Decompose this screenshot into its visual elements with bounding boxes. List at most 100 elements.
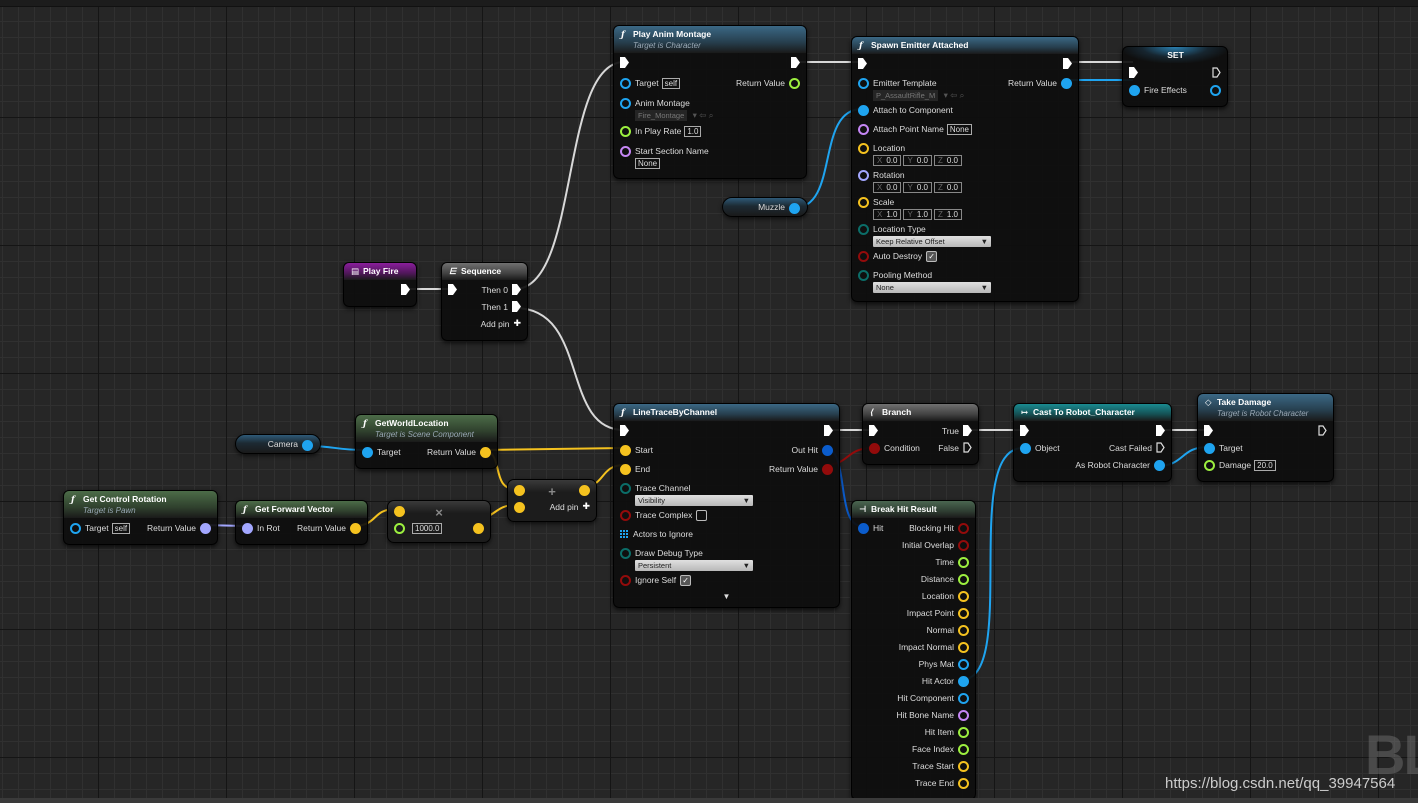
exec-pin[interactable] [1129, 67, 1138, 78]
vector-component-input[interactable]: X 0.0 [873, 155, 902, 166]
exec-pin[interactable] [824, 425, 833, 436]
node-header[interactable]: ↦ Cast To Robot_Character [1014, 404, 1171, 421]
node-add[interactable]: + ✚ Add pin [507, 479, 597, 522]
vector-component-input[interactable]: Y 1.0 [903, 209, 932, 220]
vector-pin[interactable] [958, 642, 969, 653]
node-get-control-rotation[interactable]: ƒ Get Control Rotation Target is Pawn Targe… [63, 490, 218, 545]
pin-default-value-input[interactable]: 1000.0 [412, 523, 443, 534]
node-sequence[interactable]: ⋿ Sequence Then 0 Then 1 ✚ Add pin [441, 262, 528, 341]
rotator-pin[interactable] [200, 523, 211, 534]
array-pin-icon[interactable] [620, 530, 629, 541]
node-get-world-location[interactable]: ƒ GetWorldLocation Target is Scene Compone… [355, 414, 498, 469]
float-pin[interactable] [958, 557, 969, 568]
exec-pin[interactable] [1063, 58, 1072, 69]
rotator-pin[interactable] [858, 170, 869, 181]
enum-dropdown[interactable]: Visibility ▼ [635, 495, 753, 506]
float-pin[interactable] [394, 523, 405, 534]
enum-dropdown[interactable]: Persistent ▼ [635, 560, 753, 571]
browse-asset-icons[interactable]: ▾ ⇦ ⌕ [941, 90, 965, 100]
vector-pin[interactable] [958, 591, 969, 602]
object-pin[interactable] [958, 659, 969, 670]
object-pin[interactable] [789, 202, 800, 214]
vector-component-input[interactable]: Z 0.0 [933, 182, 962, 193]
object-pin[interactable] [1204, 443, 1215, 454]
node-header[interactable]: ⟨ Branch [863, 404, 978, 421]
object-pin[interactable] [302, 439, 313, 451]
object-pin[interactable] [1061, 78, 1072, 89]
node-header[interactable]: ◇ Take Damage Target is Robot Character [1198, 394, 1333, 421]
node-header[interactable]: SET [1123, 47, 1227, 63]
node-header[interactable]: ▤ Play Fire [344, 263, 416, 280]
node-header[interactable]: ƒ LineTraceByChannel [614, 404, 839, 421]
checkbox[interactable]: ✓ [926, 251, 938, 263]
enum-dropdown[interactable]: None ▼ [873, 282, 991, 293]
float-pin[interactable] [620, 126, 631, 137]
node-header[interactable]: ⋿ Sequence [442, 263, 527, 280]
node-get-forward-vector[interactable]: ƒ Get Forward Vector In Rot Return Value [235, 500, 368, 545]
vector-pin[interactable] [958, 625, 969, 636]
bool-pin[interactable] [858, 251, 869, 262]
exec-pin[interactable] [1318, 425, 1327, 436]
node-header[interactable]: ƒ Play Anim Montage Target is Character [614, 26, 806, 53]
exec-pin[interactable] [1204, 425, 1213, 436]
name-pin[interactable] [620, 146, 631, 157]
vector-pin[interactable] [858, 197, 869, 208]
object-pin[interactable] [1210, 85, 1221, 96]
expand-advanced-arrow[interactable]: ▼ [614, 592, 839, 601]
name-pin[interactable] [858, 124, 869, 135]
object-pin[interactable] [858, 105, 869, 116]
exec-pin[interactable] [963, 425, 972, 436]
object-pin[interactable] [958, 693, 969, 704]
exec-pin[interactable] [620, 425, 629, 436]
bool-pin[interactable] [958, 540, 969, 551]
enum-dropdown[interactable]: Keep Relative Offset ▼ [873, 236, 991, 247]
vector-pin[interactable] [514, 485, 525, 496]
vector-component-input[interactable]: X 0.0 [873, 182, 902, 193]
float-pin[interactable] [1204, 460, 1215, 471]
exec-pin[interactable] [1156, 425, 1165, 436]
exec-pin[interactable] [791, 57, 800, 68]
node-header[interactable]: ƒ Get Forward Vector [236, 501, 367, 518]
pin-default-value-input[interactable]: self [111, 523, 131, 534]
struct-pin[interactable] [858, 523, 869, 534]
struct-pin[interactable] [822, 445, 833, 456]
pin-default-value-input[interactable]: None [946, 124, 972, 135]
node-header[interactable]: ƒ Get Control Rotation Target is Pawn [64, 491, 217, 518]
exec-pin[interactable] [448, 284, 457, 295]
vector-component-input[interactable]: Y 0.0 [903, 182, 932, 193]
object-pin[interactable] [620, 78, 631, 89]
node-cast[interactable]: ↦ Cast To Robot_Character Object Cast Faile… [1013, 403, 1172, 482]
bool-pin[interactable] [869, 443, 880, 454]
vector-component-input[interactable]: X 1.0 [873, 209, 902, 220]
object-pin[interactable] [70, 523, 81, 534]
node-set-fire-effects[interactable]: SET Fire Effects [1122, 46, 1228, 107]
object-pin[interactable] [1020, 443, 1031, 454]
pin-default-value-input[interactable]: 20.0 [1254, 460, 1276, 471]
pin-default-value-input[interactable]: 1.0 [684, 126, 702, 137]
rotator-pin[interactable] [242, 523, 253, 534]
node-branch[interactable]: ⟨ Branch True Condition False [862, 403, 979, 465]
object-pin[interactable] [620, 98, 631, 109]
byte-pin[interactable] [858, 224, 869, 235]
asset-dropdown[interactable]: P_AssaultRifle_M [873, 90, 939, 101]
variable-get-muzzle[interactable]: Muzzle [722, 197, 808, 217]
vector-pin[interactable] [620, 445, 631, 456]
vector-pin[interactable] [579, 485, 590, 496]
node-multiply[interactable]: × 1000.0 [387, 500, 491, 543]
vector-pin[interactable] [858, 143, 869, 154]
node-header[interactable]: ƒ Spawn Emitter Attached [852, 37, 1078, 54]
pin-default-value-input[interactable]: None [635, 158, 661, 169]
exec-pin[interactable] [1212, 67, 1221, 78]
byte-pin[interactable] [620, 483, 631, 494]
vector-pin[interactable] [958, 778, 969, 789]
float-pin[interactable] [789, 78, 800, 89]
byte-pin[interactable] [620, 548, 631, 559]
bool-pin[interactable] [620, 510, 631, 521]
exec-pin[interactable] [620, 57, 629, 68]
vector-component-input[interactable]: Z 1.0 [933, 209, 962, 220]
vector-pin[interactable] [473, 523, 484, 534]
node-line-trace[interactable]: ƒ LineTraceByChannel Start Out Hit End Return… [613, 403, 840, 608]
vector-pin[interactable] [514, 502, 525, 513]
vector-pin[interactable] [350, 523, 361, 534]
object-pin[interactable] [858, 78, 869, 89]
